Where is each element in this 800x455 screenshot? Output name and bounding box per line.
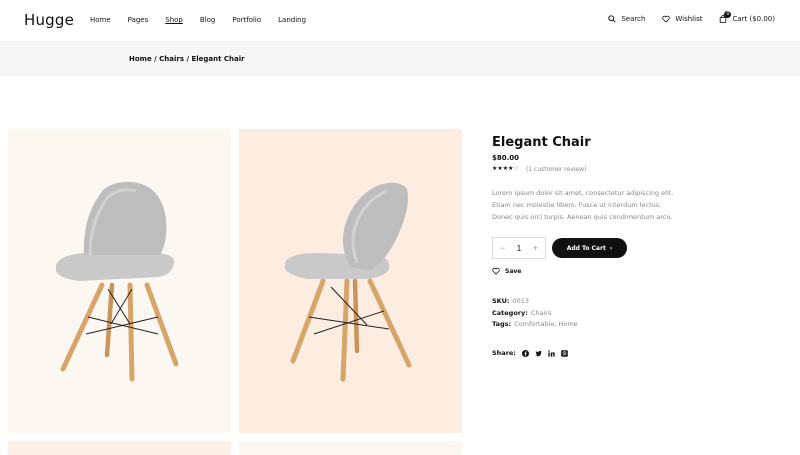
quantity-value[interactable]: 1 [517, 244, 521, 253]
wishlist-label: Wishlist [675, 15, 703, 23]
heart-icon [662, 15, 671, 23]
add-to-cart-label: Add To Cart [566, 244, 606, 252]
product-image-4[interactable] [239, 441, 462, 455]
nav-item-landing[interactable]: Landing [278, 16, 306, 25]
product-image-2[interactable] [239, 129, 462, 433]
product-tags: Tags: Comfortable, Home [492, 320, 578, 328]
product-description: Lorem ipsum dolor sit amet, consectetur … [492, 189, 674, 221]
site-header: Hugge Home Pages Shop Blog Portfolio Lan… [0, 0, 800, 41]
quantity-increase-button[interactable]: + [533, 243, 538, 253]
star-empty-icon: ☆ [513, 166, 519, 172]
breadcrumb-bar: Home / Chairs / Elegant Chair [0, 41, 800, 76]
save-label: Save [505, 267, 522, 275]
rating-stars: ★★★★☆ [492, 166, 519, 173]
site-logo[interactable]: Hugge [24, 11, 74, 29]
category-link[interactable]: Chairs [531, 309, 552, 317]
cart-label: Cart ($0.00) [732, 15, 775, 23]
nav-item-portfolio[interactable]: Portfolio [232, 16, 261, 25]
nav-item-shop[interactable]: Shop [165, 16, 183, 25]
review-count-link[interactable]: (1 customer review) [526, 166, 586, 173]
twitter-icon[interactable] [535, 350, 542, 357]
product-image-1[interactable] [8, 129, 231, 433]
cart-button[interactable]: 0 Cart ($0.00) [719, 11, 775, 23]
nav-item-pages[interactable]: Pages [128, 16, 149, 25]
quantity-decrease-button[interactable]: − [500, 243, 505, 253]
category-label: Category: [492, 309, 528, 317]
chair-side-illustration [285, 182, 412, 382]
tags-label: Tags: [492, 320, 512, 328]
quantity-stepper: − 1 + [492, 237, 546, 259]
product-sku: SKU: 0013 [492, 297, 529, 305]
share-label: Share: [492, 349, 516, 357]
product-image-3[interactable] [8, 441, 231, 455]
chevron-right-icon: › [609, 244, 613, 252]
wishlist-button[interactable]: Wishlist [662, 15, 702, 23]
share-row: Share: [492, 349, 568, 357]
product-category: Category: Chairs [492, 309, 551, 317]
heart-icon [492, 267, 500, 275]
search-button[interactable]: Search [608, 15, 645, 23]
main-nav: Home Pages Shop Blog Portfolio Landing [90, 16, 330, 25]
save-button[interactable]: Save [492, 267, 521, 275]
nav-item-home[interactable]: Home [90, 16, 111, 25]
pinterest-icon[interactable] [561, 349, 568, 357]
search-icon [608, 15, 616, 23]
breadcrumb-home[interactable]: Home [129, 55, 152, 63]
facebook-icon[interactable] [521, 349, 529, 357]
cart-count-badge: 0 [724, 11, 732, 18]
product-title: Elegant Chair [492, 135, 591, 150]
breadcrumb-current: Elegant Chair [191, 55, 245, 63]
sku-label: SKU: [492, 297, 510, 305]
product-price: $80.00 [492, 154, 520, 162]
chair-front-illustration [56, 181, 179, 382]
breadcrumb-chairs[interactable]: Chairs [159, 55, 184, 63]
search-label: Search [621, 15, 646, 23]
tags-links[interactable]: Comfortable, Home [514, 320, 578, 328]
add-to-cart-button[interactable]: Add To Cart › [552, 238, 627, 258]
sku-value: 0013 [512, 297, 530, 305]
product-rating: ★★★★☆ (1 customer review) [492, 166, 586, 173]
breadcrumb: Home / Chairs / Elegant Chair [129, 55, 245, 63]
linkedin-icon[interactable] [548, 349, 555, 357]
header-actions: Search Wishlist 0 Cart ($0.00) [608, 11, 775, 23]
nav-item-blog[interactable]: Blog [200, 16, 215, 25]
